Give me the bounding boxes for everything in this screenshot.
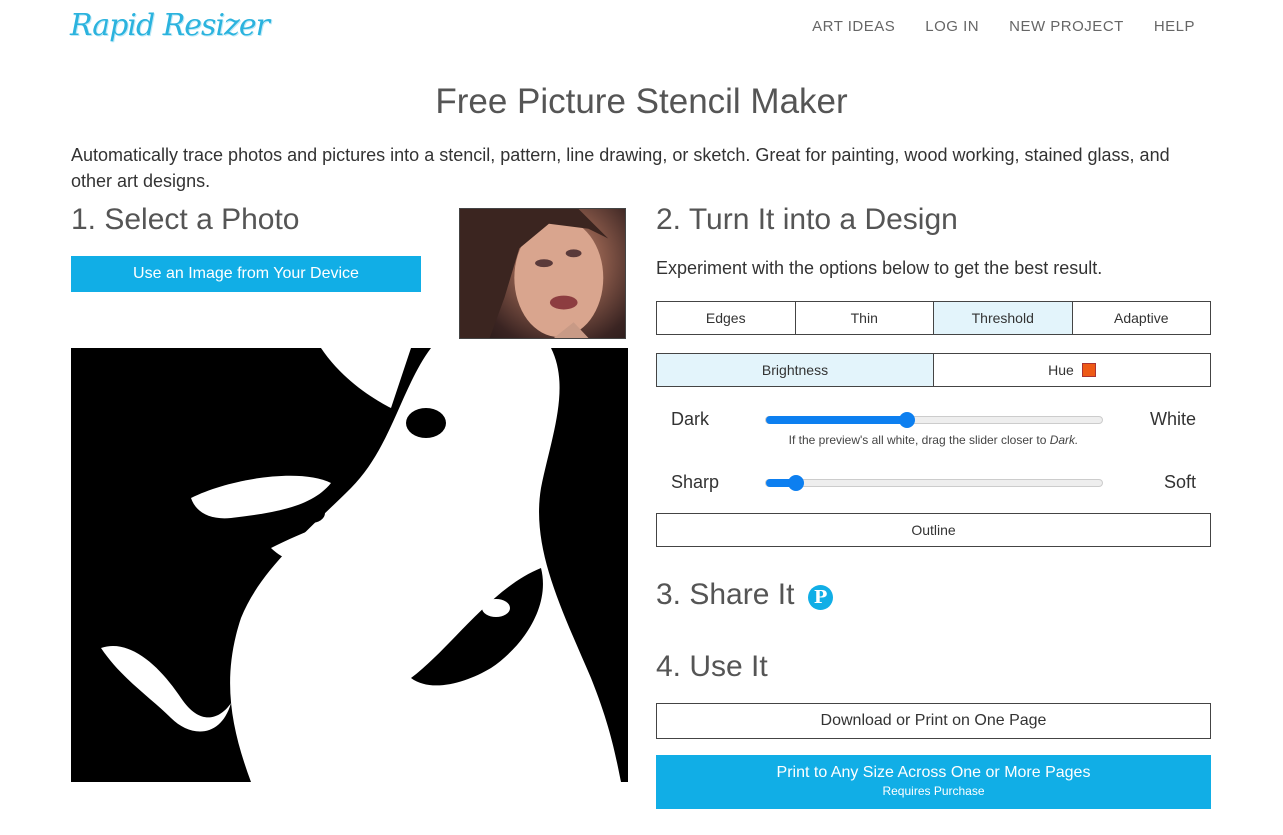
slider-hint-emphasis: Dark.: [1049, 433, 1079, 447]
hue-color-swatch[interactable]: [1081, 363, 1096, 377]
soft-label: Soft: [1163, 472, 1196, 492]
step4-heading: 4. Use It: [656, 650, 768, 683]
nav-log-in[interactable]: LOG IN: [925, 18, 979, 35]
mode-thin[interactable]: Thin: [795, 302, 934, 334]
mode-selector: Edges Thin Threshold Adaptive: [656, 301, 1211, 335]
mode-edges[interactable]: Edges: [657, 302, 796, 334]
outline-button[interactable]: Outline: [656, 513, 1211, 547]
channel-hue-label: Hue: [1048, 362, 1074, 378]
upload-image-button[interactable]: Use an Image from Your Device: [71, 256, 421, 292]
sharp-soft-slider[interactable]: [765, 475, 1103, 491]
dark-white-slider-handle[interactable]: [899, 412, 916, 428]
step1-heading: 1. Select a Photo: [71, 203, 300, 236]
pinterest-icon[interactable]: P: [808, 585, 833, 610]
dark-white-slider[interactable]: [765, 412, 1103, 428]
rapid-resizer-logo[interactable]: Rapid Resizer: [70, 8, 270, 43]
step3-heading: 3. Share It: [656, 578, 795, 611]
nav-help[interactable]: HELP: [1154, 18, 1195, 35]
requires-purchase-label: Requires Purchase: [882, 784, 985, 798]
dark-label: Dark: [671, 409, 710, 429]
print-any-size-button[interactable]: Print to Any Size Across One or More Pag…: [656, 755, 1211, 809]
download-print-button[interactable]: Download or Print on One Page: [656, 703, 1211, 739]
mode-adaptive[interactable]: Adaptive: [1072, 302, 1210, 334]
main-nav: ART IDEAS LOG IN NEW PROJECT HELP: [812, 18, 1195, 35]
step2-description: Experiment with the options below to get…: [656, 258, 1103, 278]
sharp-soft-slider-handle[interactable]: [788, 475, 805, 491]
channel-brightness[interactable]: Brightness: [657, 354, 934, 386]
dark-white-slider-row: Dark White: [656, 405, 1211, 435]
intro-text: Automatically trace photos and pictures …: [71, 145, 1170, 191]
sharp-soft-slider-row: Sharp Soft: [656, 468, 1211, 498]
step2-heading: 2. Turn It into a Design: [656, 203, 958, 236]
print-any-size-label: Print to Any Size Across One or More Pag…: [776, 764, 1091, 781]
dark-white-slider-fill: [766, 416, 908, 424]
slider-hint-text: If the preview's all white, drag the sli…: [788, 433, 1050, 447]
stencil-preview-image: [71, 348, 628, 782]
source-photo-thumbnail[interactable]: [459, 208, 626, 339]
channel-hue[interactable]: Hue: [934, 354, 1210, 386]
nav-art-ideas[interactable]: ART IDEAS: [812, 18, 895, 35]
nav-new-project[interactable]: NEW PROJECT: [1009, 18, 1124, 35]
page-title: Free Picture Stencil Maker: [435, 82, 848, 121]
sharp-label: Sharp: [671, 472, 720, 492]
channel-selector: Brightness Hue: [656, 353, 1211, 387]
white-label: White: [1149, 409, 1196, 429]
slider-hint: If the preview's all white, drag the sli…: [656, 433, 1211, 447]
mode-threshold[interactable]: Threshold: [934, 302, 1073, 334]
